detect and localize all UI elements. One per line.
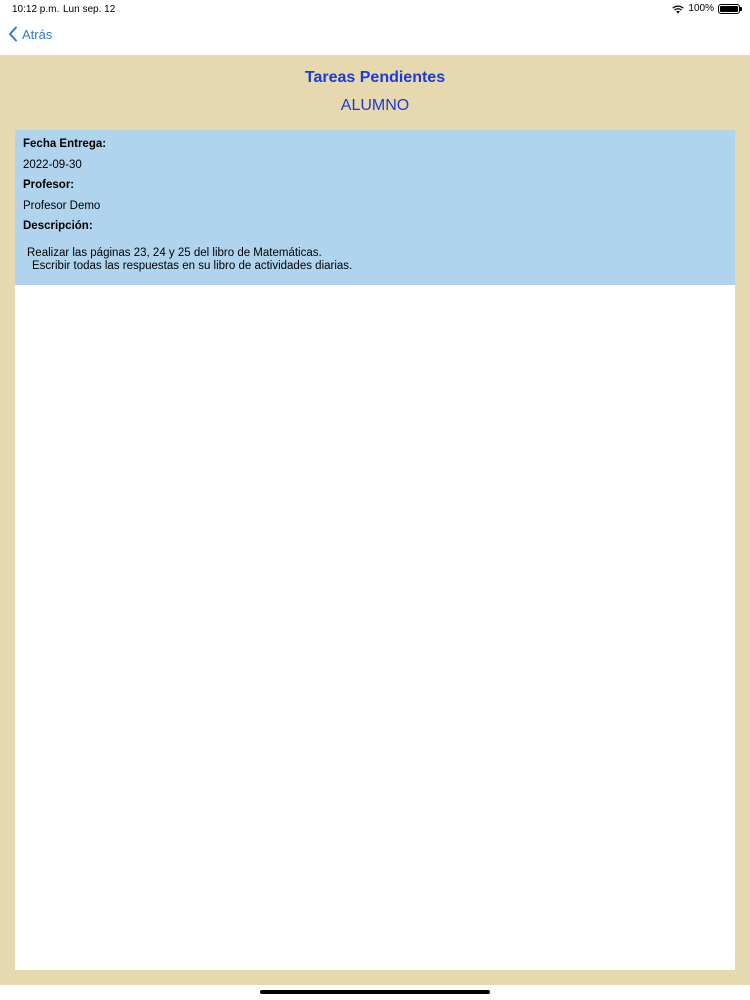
description-label: Descripción: bbox=[23, 220, 93, 232]
page-title: Tareas Pendientes bbox=[304, 69, 446, 86]
status-time: 10:12 p.m. bbox=[12, 4, 60, 15]
page-subtitle: ALUMNO bbox=[340, 97, 410, 114]
battery-fill bbox=[720, 5, 738, 12]
home-indicator[interactable] bbox=[260, 990, 490, 994]
main-area: Tareas Pendientes ALUMNO Fecha Entrega: … bbox=[0, 55, 750, 985]
teacher-value: Profesor Demo bbox=[23, 200, 101, 212]
description-line-1: Realizar las páginas 23, 24 y 25 del lib… bbox=[27, 247, 322, 259]
battery-icon bbox=[718, 3, 742, 14]
back-button-label: Atrás bbox=[22, 26, 53, 42]
battery-percent: 100% bbox=[688, 3, 714, 14]
status-bar: 10:12 p.m. Lun sep. 12 100% bbox=[0, 0, 750, 20]
wifi-icon bbox=[672, 4, 685, 14]
back-button[interactable]: Atrás bbox=[8, 26, 52, 42]
navigation-bar: Atrás bbox=[0, 20, 750, 54]
due-date-label: Fecha Entrega: bbox=[23, 138, 107, 150]
task-card[interactable]: Fecha Entrega: 2022-09-30 Profesor: Prof… bbox=[15, 130, 735, 285]
status-date: Lun sep. 12 bbox=[63, 4, 116, 15]
task-list[interactable]: Fecha Entrega: 2022-09-30 Profesor: Prof… bbox=[15, 130, 735, 970]
status-indicators: 100% bbox=[672, 3, 742, 14]
due-date-value: 2022-09-30 bbox=[23, 159, 82, 171]
description-line-2: Escribir todas las respuestas en su libr… bbox=[32, 260, 353, 272]
chevron-left-icon bbox=[8, 26, 18, 42]
teacher-label: Profesor: bbox=[23, 179, 75, 191]
